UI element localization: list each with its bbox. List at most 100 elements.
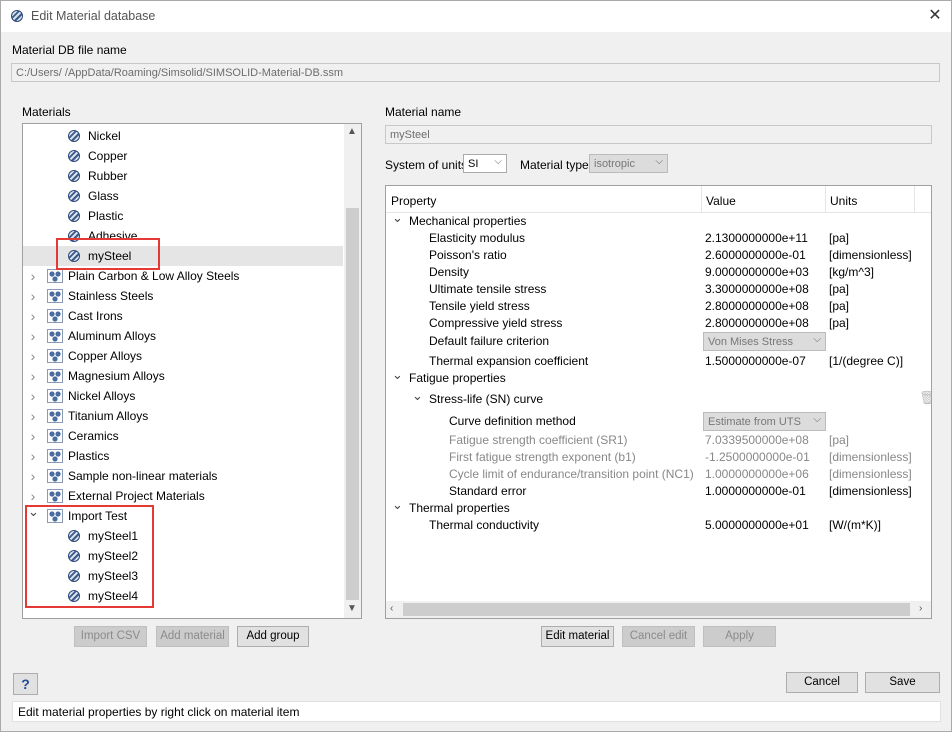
property-row[interactable]: Thermal expansion coefficient 1.500000000… [386, 353, 914, 370]
add-material-button[interactable]: Add material [156, 626, 229, 647]
tree-group[interactable]: › Aluminum Alloys [23, 326, 343, 346]
chevron-right-icon[interactable]: › [28, 266, 38, 286]
tree-group[interactable]: › Magnesium Alloys [23, 366, 343, 386]
property-row[interactable]: Compressive yield stress 2.8000000000e+08… [386, 315, 914, 332]
chevron-right-icon[interactable]: › [28, 426, 38, 446]
save-button[interactable]: Save [865, 672, 940, 693]
tree-group[interactable]: › Plastics [23, 446, 343, 466]
property-value[interactable]: 2.8000000000e+08 [705, 298, 809, 315]
material-type-label: Material type [520, 158, 589, 172]
chevron-right-icon[interactable]: › [28, 326, 38, 346]
tree-group[interactable]: › Cast Irons [23, 306, 343, 326]
tree-item-label: Ceramics [68, 429, 119, 443]
property-value[interactable]: 7.0339500000e+08 [705, 432, 809, 449]
chevron-right-icon[interactable]: › [28, 366, 38, 386]
tree-scrollbar[interactable]: ▲ ▼ [344, 124, 361, 618]
header-units[interactable]: Units [830, 194, 857, 208]
material-type-select[interactable]: isotropic ⌵ [589, 154, 668, 173]
chevron-right-icon[interactable]: › [28, 466, 38, 486]
tree-group[interactable]: › Nickel Alloys [23, 386, 343, 406]
edit-material-button[interactable]: Edit material [541, 626, 614, 647]
scroll-down-icon[interactable]: ▼ [347, 603, 357, 614]
material-icon [68, 210, 80, 222]
header-property[interactable]: Property [391, 194, 436, 208]
property-value[interactable]: 2.6000000000e-01 [705, 247, 806, 264]
db-file-path-field[interactable]: C:/Users/ /AppData/Roaming/Simsolid/SIMS… [11, 63, 940, 82]
property-value[interactable]: 2.8000000000e+08 [705, 315, 809, 332]
apply-button[interactable]: Apply [703, 626, 776, 647]
property-row[interactable]: Default failure criterion Von Mises Stres… [386, 332, 914, 351]
section-thermal[interactable]: ⌄ Thermal properties [386, 497, 914, 517]
cancel-edit-button[interactable]: Cancel edit [622, 626, 695, 647]
tree-item-material[interactable]: Rubber [23, 166, 343, 186]
chevron-right-icon[interactable]: › [28, 406, 38, 426]
tree-group[interactable]: › Stainless Steels [23, 286, 343, 306]
chevron-down-icon[interactable]: ⌄ [392, 366, 403, 383]
chevron-right-icon[interactable]: › [28, 306, 38, 326]
property-row[interactable]: Thermal conductivity 5.0000000000e+01 [W/(… [386, 517, 914, 534]
property-value[interactable]: 2.1300000000e+11 [705, 230, 808, 247]
property-row[interactable]: Standard error 1.0000000000e-01 [dimension… [386, 483, 914, 500]
property-row[interactable]: Curve definition method Estimate from UTS… [386, 412, 914, 431]
tree-group[interactable]: › Copper Alloys [23, 346, 343, 366]
property-table: Property Value Units ⌄ Mechanical propert… [385, 185, 932, 619]
property-value[interactable]: -1.2500000000e-01 [705, 449, 810, 466]
property-value[interactable]: 1.0000000000e+06 [705, 466, 809, 483]
close-icon[interactable]: ✕ [923, 5, 947, 27]
chevron-right-icon[interactable]: › [28, 446, 38, 466]
property-row[interactable]: Fatigue strength coefficient (SR1) 7.0339… [386, 432, 914, 449]
tree-group[interactable]: › Titanium Alloys [23, 406, 343, 426]
property-row[interactable]: Cycle limit of endurance/transition poin… [386, 466, 914, 483]
section-mechanical[interactable]: ⌄ Mechanical properties [386, 210, 914, 230]
tree-scrollbar-thumb[interactable] [346, 208, 359, 600]
h-scrollbar-thumb[interactable] [403, 603, 910, 616]
tree-group[interactable]: › Sample non-linear materials [23, 466, 343, 486]
property-row[interactable]: First fatigue strength exponent (b1) -1.2… [386, 449, 914, 466]
add-group-button[interactable]: Add group [237, 626, 309, 647]
tree-item-label: Magnesium Alloys [68, 369, 165, 383]
property-name: Thermal properties [409, 501, 510, 515]
failure-criterion-select[interactable]: Von Mises Stress ⌵ [703, 332, 826, 351]
tree-item-material[interactable]: Nickel [23, 126, 343, 146]
material-icon [68, 130, 80, 142]
tree-item-material[interactable]: Glass [23, 186, 343, 206]
scroll-up-icon[interactable]: ▲ [347, 126, 357, 137]
curve-method-select[interactable]: Estimate from UTS ⌵ [703, 412, 826, 431]
property-row[interactable]: Density 9.0000000000e+03 [kg/m^3] [386, 264, 914, 281]
header-value[interactable]: Value [706, 194, 736, 208]
scroll-right-icon[interactable]: › [919, 603, 922, 614]
import-csv-button[interactable]: Import CSV [74, 626, 147, 647]
cancel-button[interactable]: Cancel [786, 672, 858, 693]
chevron-down-icon[interactable]: ⌄ [392, 209, 403, 226]
tree-item-material[interactable]: Plastic [23, 206, 343, 226]
property-value[interactable]: 1.5000000000e-07 [705, 353, 806, 370]
chevron-right-icon[interactable]: › [28, 386, 38, 406]
tree-item-label: Copper Alloys [68, 349, 143, 363]
table-h-scrollbar[interactable]: ‹ › [386, 601, 931, 618]
property-value[interactable]: 5.0000000000e+01 [705, 517, 809, 534]
chevron-right-icon[interactable]: › [28, 286, 38, 306]
property-value[interactable]: 3.3000000000e+08 [705, 281, 809, 298]
tree-group[interactable]: › Ceramics [23, 426, 343, 446]
property-value[interactable]: 1.0000000000e-01 [705, 483, 806, 500]
property-row[interactable]: Elasticity modulus 2.1300000000e+11 [pa] [386, 230, 914, 247]
property-unit: [dimensionless] [829, 248, 912, 262]
property-row[interactable]: Poisson's ratio 2.6000000000e-01 [dimensio… [386, 247, 914, 264]
property-row[interactable]: Ultimate tensile stress 3.3000000000e+08 [… [386, 281, 914, 298]
section-sn-curve[interactable]: ⌄ Stress-life (SN) curve [386, 388, 914, 408]
chevron-down-icon[interactable]: ⌄ [412, 387, 423, 404]
property-value[interactable]: 9.0000000000e+03 [705, 264, 809, 281]
material-name-field[interactable]: mySteel [385, 125, 932, 144]
chevron-right-icon[interactable]: › [28, 346, 38, 366]
property-name: Poisson's ratio [429, 248, 507, 262]
section-fatigue[interactable]: ⌄ Fatigue properties [386, 367, 914, 387]
scroll-left-icon[interactable]: ‹ [390, 603, 393, 614]
chevron-down-icon[interactable]: ⌄ [392, 496, 403, 513]
tree-group[interactable]: › External Project Materials [23, 486, 343, 506]
help-button[interactable]: ? [13, 673, 38, 695]
property-row[interactable]: Tensile yield stress 2.8000000000e+08 [pa] [386, 298, 914, 315]
material-group-icon [47, 269, 63, 283]
tree-item-material[interactable]: Copper [23, 146, 343, 166]
units-select[interactable]: SI ⌵ [463, 154, 507, 173]
trash-icon[interactable]: 🗑 [919, 390, 931, 406]
